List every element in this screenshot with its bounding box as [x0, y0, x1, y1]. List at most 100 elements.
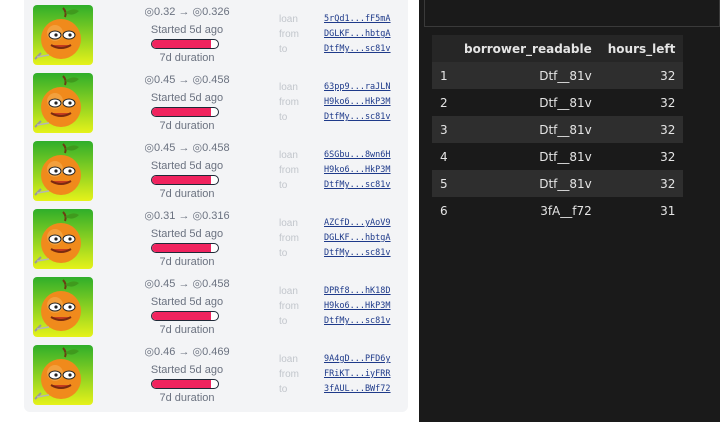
loan-rate: ◎0.46 → ◎0.469	[144, 346, 230, 358]
cell-borrower-readable: Dtf__81v	[456, 143, 600, 170]
loan-address-link[interactable]: 5rQd1...fF5mA	[324, 12, 391, 27]
from-label: from	[279, 165, 299, 176]
table-row: 1 Dtf__81v 32	[432, 62, 684, 89]
row-index: 1	[432, 62, 456, 89]
orange-character-icon[interactable]	[33, 73, 93, 133]
loan-progress-fill	[152, 244, 212, 252]
cell-hours-left: 32	[599, 170, 684, 197]
loan-started: Started 5d ago	[150, 160, 224, 172]
to-label: to	[279, 180, 288, 191]
loan-address-link[interactable]: 6SGbu...8wn6H	[324, 148, 391, 163]
from-label: from	[279, 369, 299, 380]
loan-duration: 7d duration	[159, 188, 215, 200]
orange-character-icon[interactable]	[33, 345, 93, 405]
orange-character-icon[interactable]	[33, 277, 93, 337]
loan-duration: 7d duration	[159, 52, 215, 64]
address-labels: loan from to	[279, 216, 299, 261]
loan-address-link[interactable]: 63pp9...raJLN	[324, 80, 391, 95]
address-labels: loan from to	[279, 284, 299, 329]
orange-character-icon[interactable]	[33, 141, 93, 201]
cell-hours-left: 31	[599, 197, 684, 224]
address-labels: loan from to	[279, 12, 299, 57]
column-header-hours-left: hours_left	[599, 35, 684, 62]
from-address-link[interactable]: H9ko6...HkP3M	[324, 299, 391, 314]
loan-rate: ◎0.45 → ◎0.458	[144, 142, 230, 154]
loan-progress-fill	[152, 40, 212, 48]
loan-progress-bar	[151, 243, 219, 253]
loan-started: Started 5d ago	[150, 24, 224, 36]
table-row: 4 Dtf__81v 32	[432, 143, 684, 170]
column-header-borrower-readable: borrower_readable	[456, 35, 600, 62]
from-label: from	[279, 233, 299, 244]
address-links: 5rQd1...fF5mA DGLKF...hbtgA DtfMy...sc81…	[324, 12, 391, 57]
to-label: to	[279, 248, 288, 259]
dataframe-output-panel: borrower_readable hours_left 1 Dtf__81v …	[419, 0, 720, 422]
loan-rate: ◎0.45 → ◎0.458	[144, 278, 230, 290]
index-header	[432, 35, 456, 62]
loan-label: loan	[279, 82, 298, 93]
loan-progress-bar	[151, 311, 219, 321]
loan-list-item: ◎0.46 → ◎0.469 Started 5d ago 7d duratio…	[24, 340, 408, 408]
loan-list-item: ◎0.32 → ◎0.326 Started 5d ago 7d duratio…	[24, 0, 408, 68]
from-address-link[interactable]: DGLKF...hbtgA	[324, 231, 391, 246]
cell-borrower-readable: Dtf__81v	[456, 62, 600, 89]
loan-address-link[interactable]: 9A4gD...PFD6y	[324, 352, 391, 367]
from-address-link[interactable]: DGLKF...hbtgA	[324, 27, 391, 42]
to-label: to	[279, 384, 288, 395]
address-labels: loan from to	[279, 352, 299, 397]
address-links: DPRf8...hK18D H9ko6...HkP3M DtfMy...sc81…	[324, 284, 391, 329]
to-label: to	[279, 44, 288, 55]
loan-rate: ◎0.45 → ◎0.458	[144, 74, 230, 86]
cell-hours-left: 32	[599, 116, 684, 143]
to-address-link[interactable]: 3fAUL...BWf72	[324, 382, 391, 397]
loan-progress-bar	[151, 39, 219, 49]
loan-duration: 7d duration	[159, 324, 215, 336]
loan-label: loan	[279, 286, 298, 297]
from-address-link[interactable]: H9ko6...HkP3M	[324, 163, 391, 178]
table-row: 3 Dtf__81v 32	[432, 116, 684, 143]
address-links: 9A4gD...PFD6y FRiKT...iyFRR 3fAUL...BWf7…	[324, 352, 391, 397]
loan-progress-fill	[152, 312, 212, 320]
row-index: 4	[432, 143, 456, 170]
loan-list-item: ◎0.31 → ◎0.316 Started 5d ago 7d duratio…	[24, 204, 408, 272]
to-label: to	[279, 112, 288, 123]
loan-started: Started 5d ago	[150, 364, 224, 376]
table-header-row: borrower_readable hours_left	[432, 35, 684, 62]
loan-duration: 7d duration	[159, 120, 215, 132]
address-links: 63pp9...raJLN H9ko6...HkP3M DtfMy...sc81…	[324, 80, 391, 125]
cell-borrower-readable: Dtf__81v	[456, 170, 600, 197]
loan-list-item: ◎0.45 → ◎0.458 Started 5d ago 7d duratio…	[24, 68, 408, 136]
loan-rate: ◎0.32 → ◎0.326	[144, 6, 230, 18]
table-row: 5 Dtf__81v 32	[432, 170, 684, 197]
loan-label: loan	[279, 354, 298, 365]
loan-duration: 7d duration	[159, 392, 215, 404]
from-address-link[interactable]: H9ko6...HkP3M	[324, 95, 391, 110]
to-address-link[interactable]: DtfMy...sc81v	[324, 42, 391, 57]
loan-label: loan	[279, 14, 298, 25]
loan-progress-fill	[152, 108, 212, 116]
to-address-link[interactable]: DtfMy...sc81v	[324, 314, 391, 329]
orange-character-icon[interactable]	[33, 209, 93, 269]
to-address-link[interactable]: DtfMy...sc81v	[324, 110, 391, 125]
from-label: from	[279, 29, 299, 40]
loan-address-link[interactable]: DPRf8...hK18D	[324, 284, 391, 299]
orange-character-icon[interactable]	[33, 5, 93, 65]
loan-label: loan	[279, 150, 298, 161]
to-address-link[interactable]: DtfMy...sc81v	[324, 178, 391, 193]
address-links: AZCfD...yAoV9 DGLKF...hbtgA DtfMy...sc81…	[324, 216, 391, 261]
row-index: 5	[432, 170, 456, 197]
from-label: from	[279, 301, 299, 312]
address-labels: loan from to	[279, 148, 299, 193]
to-address-link[interactable]: DtfMy...sc81v	[324, 246, 391, 261]
loan-progress-fill	[152, 176, 212, 184]
loan-progress-bar	[151, 107, 219, 117]
from-address-link[interactable]: FRiKT...iyFRR	[324, 367, 391, 382]
dataframe-table: borrower_readable hours_left 1 Dtf__81v …	[432, 35, 684, 224]
table-row: 6 3fA__f72 31	[432, 197, 684, 224]
cell-hours-left: 32	[599, 89, 684, 116]
loan-list-item: ◎0.45 → ◎0.458 Started 5d ago 7d duratio…	[24, 272, 408, 340]
loan-list-item: ◎0.45 → ◎0.458 Started 5d ago 7d duratio…	[24, 136, 408, 204]
loan-progress-bar	[151, 379, 219, 389]
loan-address-link[interactable]: AZCfD...yAoV9	[324, 216, 391, 231]
loan-duration: 7d duration	[159, 256, 215, 268]
